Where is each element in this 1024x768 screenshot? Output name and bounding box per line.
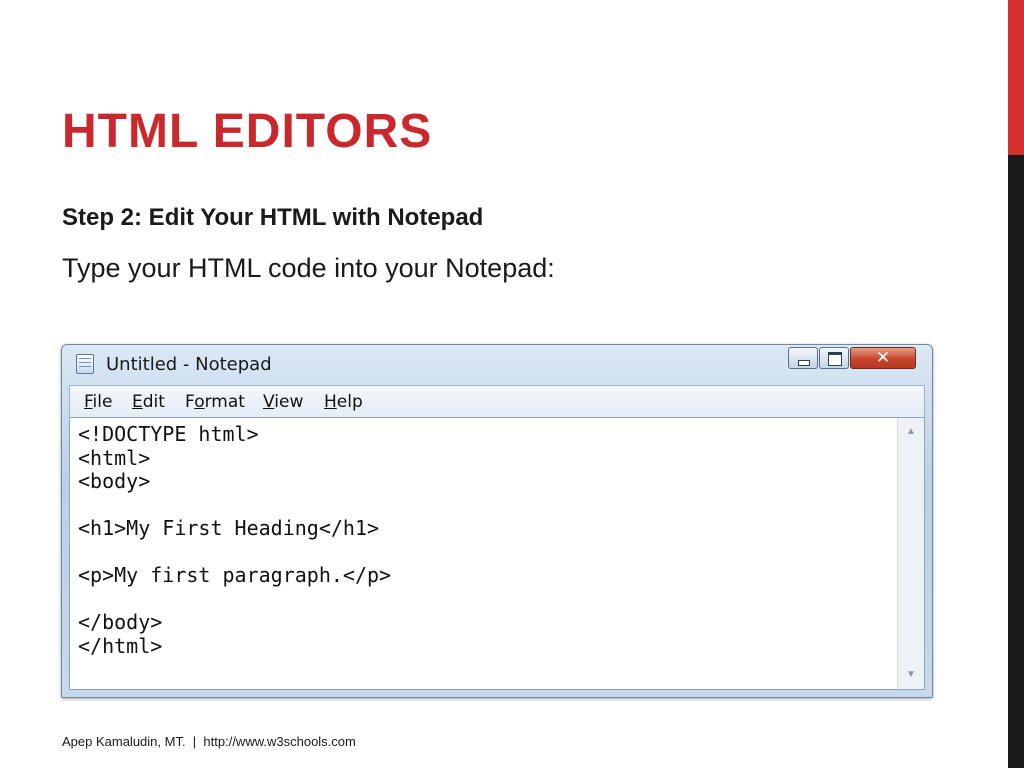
step-body: Type your HTML code into your Notepad: bbox=[62, 253, 555, 283]
slide-footer: Apep Kamaludin, MT. | http://www.w3schoo… bbox=[62, 734, 356, 749]
close-button[interactable]: ✕ bbox=[850, 347, 916, 369]
menu-bar: File Edit Format View Help bbox=[69, 385, 925, 417]
menu-file-accel: F bbox=[84, 392, 93, 412]
code-content[interactable]: <!DOCTYPE html> <html> <body> <h1>My Fir… bbox=[78, 422, 391, 658]
notepad-text-area[interactable]: <!DOCTYPE html> <html> <body> <h1>My Fir… bbox=[69, 417, 925, 690]
scroll-down-icon[interactable]: ▼ bbox=[898, 665, 924, 685]
menu-help[interactable]: Help bbox=[324, 392, 363, 412]
menu-edit-label: dit bbox=[142, 392, 165, 412]
footer-separator: | bbox=[185, 734, 204, 749]
maximize-icon bbox=[828, 352, 842, 366]
menu-help-label: elp bbox=[336, 392, 363, 412]
window-title: Untitled - Notepad bbox=[106, 354, 272, 375]
menu-edit[interactable]: Edit bbox=[132, 392, 165, 412]
menu-edit-accel: E bbox=[132, 392, 143, 412]
accent-bar-dark bbox=[1008, 155, 1024, 768]
menu-format-label: rmat bbox=[204, 392, 245, 412]
minimize-button[interactable] bbox=[788, 347, 818, 369]
menu-format-accel: o bbox=[194, 392, 205, 412]
maximize-button[interactable] bbox=[819, 347, 849, 369]
menu-format[interactable]: Format bbox=[185, 392, 245, 412]
menu-view-label: iew bbox=[274, 392, 304, 412]
minimize-icon bbox=[798, 360, 810, 366]
vertical-scrollbar[interactable]: ▲ ▼ bbox=[897, 418, 924, 689]
menu-help-accel: H bbox=[324, 392, 337, 412]
menu-view[interactable]: View bbox=[263, 392, 303, 412]
menu-file-label: ile bbox=[92, 392, 113, 412]
scroll-up-icon[interactable]: ▲ bbox=[898, 422, 924, 442]
menu-view-accel: V bbox=[263, 392, 275, 412]
menu-format-pre: F bbox=[185, 392, 195, 412]
menu-file[interactable]: File bbox=[84, 392, 112, 412]
footer-source-link[interactable]: http://www.w3schools.com bbox=[203, 734, 355, 749]
step-heading: Step 2: Edit Your HTML with Notepad bbox=[62, 204, 484, 231]
slide-title: HTML EDITORS bbox=[62, 105, 433, 158]
accent-bar-red bbox=[1008, 0, 1024, 155]
notepad-titlebar[interactable]: Untitled - Notepad ✕ bbox=[62, 345, 932, 385]
footer-author: Apep Kamaludin, MT. bbox=[62, 734, 186, 749]
notepad-window: Untitled - Notepad ✕ File Edit Format Vi… bbox=[61, 344, 933, 698]
notepad-app-icon[interactable] bbox=[76, 354, 94, 374]
close-icon: ✕ bbox=[875, 348, 891, 368]
